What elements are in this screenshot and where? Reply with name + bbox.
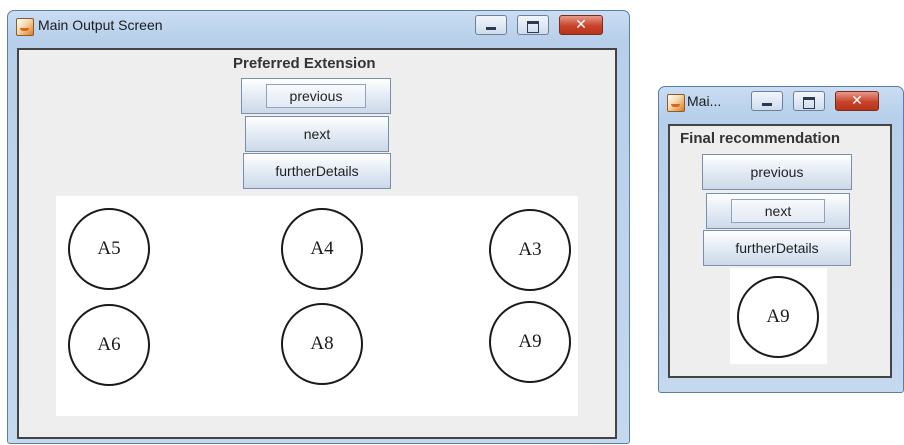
extension-graph-panel: A5 A4 A3 A6 A8 A9 bbox=[56, 196, 578, 416]
argument-node: A9 bbox=[737, 276, 819, 358]
further-details-button[interactable]: furtherDetails bbox=[243, 153, 391, 189]
main-output-window: Main Output Screen ✕ Preferred Extension… bbox=[7, 10, 630, 444]
next-button[interactable]: next bbox=[706, 193, 850, 229]
close-icon: ✕ bbox=[575, 17, 587, 33]
maximize-icon bbox=[527, 21, 539, 33]
java-icon bbox=[667, 94, 685, 112]
minimize-button[interactable] bbox=[475, 15, 507, 35]
close-icon: ✕ bbox=[851, 93, 863, 109]
final-window-titlebar[interactable]: Mai... ✕ bbox=[659, 87, 903, 117]
minimize-button[interactable] bbox=[751, 91, 783, 111]
further-details-button-label: furtherDetails bbox=[735, 240, 819, 256]
maximize-button[interactable] bbox=[793, 91, 825, 111]
previous-button-label: previous bbox=[750, 164, 804, 180]
next-button[interactable]: next bbox=[245, 116, 389, 152]
argument-node: A6 bbox=[68, 304, 150, 386]
main-window-titlebar[interactable]: Main Output Screen ✕ bbox=[8, 11, 629, 41]
page-title: Final recommendation bbox=[680, 130, 841, 147]
next-button-label: next bbox=[303, 126, 331, 142]
main-content-pane: Preferred Extension previous next furthe… bbox=[17, 48, 617, 439]
argument-node: A9 bbox=[489, 301, 571, 383]
previous-button[interactable]: previous bbox=[241, 78, 391, 114]
next-button-label: next bbox=[764, 203, 792, 219]
java-icon bbox=[16, 18, 34, 36]
minimize-icon bbox=[762, 103, 772, 106]
window-title: Mai... bbox=[687, 93, 722, 109]
previous-button[interactable]: previous bbox=[702, 154, 852, 190]
maximize-icon bbox=[803, 97, 815, 109]
page-title: Preferred Extension bbox=[233, 55, 376, 72]
close-button[interactable]: ✕ bbox=[835, 91, 879, 111]
previous-button-label: previous bbox=[289, 88, 343, 104]
recommendation-graph-panel: A9 bbox=[730, 268, 827, 364]
argument-node: A4 bbox=[281, 208, 363, 290]
argument-node: A8 bbox=[281, 303, 363, 385]
final-recommendation-window: Mai... ✕ Final recommendation previous n… bbox=[658, 86, 904, 393]
further-details-button[interactable]: furtherDetails bbox=[703, 230, 851, 266]
argument-node: A5 bbox=[68, 208, 150, 290]
close-button[interactable]: ✕ bbox=[559, 15, 603, 35]
further-details-button-label: furtherDetails bbox=[275, 163, 359, 179]
window-title: Main Output Screen bbox=[38, 17, 163, 33]
maximize-button[interactable] bbox=[517, 15, 549, 35]
final-content-pane: Final recommendation previous next furth… bbox=[668, 124, 892, 378]
minimize-icon bbox=[486, 27, 496, 30]
argument-node: A3 bbox=[489, 209, 571, 291]
